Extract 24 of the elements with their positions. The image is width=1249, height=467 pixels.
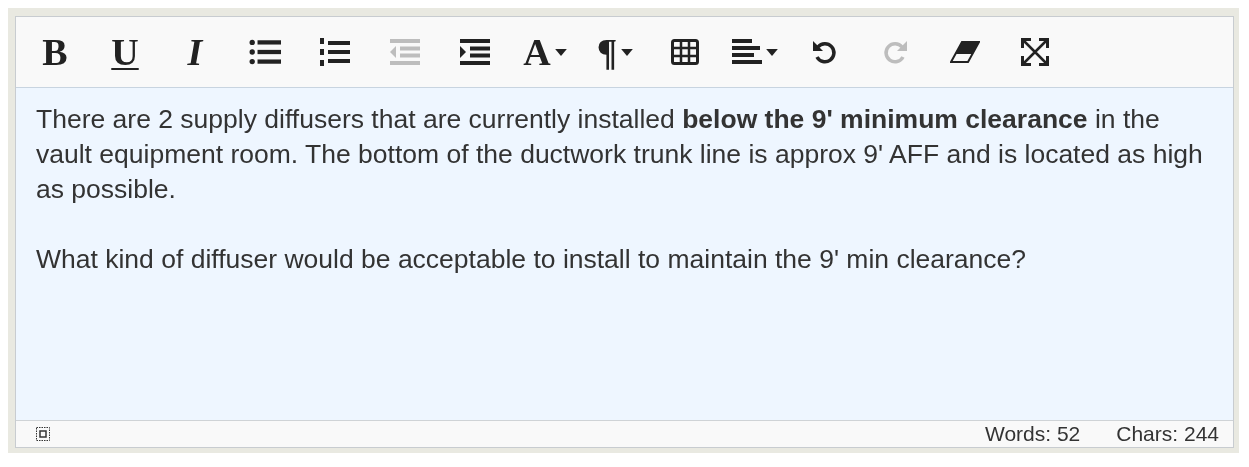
bullet-list-icon: [249, 38, 281, 66]
font-button[interactable]: A: [510, 30, 580, 74]
fullscreen-icon: [1020, 37, 1050, 67]
caret-icon: [621, 48, 634, 56]
italic-button[interactable]: I: [160, 30, 230, 74]
paragraph: There are 2 supply diffusers that are currently installed below the 9' minimum clearance in the vault equipment room. The bottom of the ductwork trunk line is approx 9' AFF and is located as high as possible.: [36, 103, 1204, 206]
eraser-icon: [950, 41, 980, 63]
bold-button[interactable]: B: [20, 30, 90, 74]
undo-icon: [812, 39, 838, 65]
redo-icon: [882, 39, 908, 65]
caret-icon: [554, 48, 567, 56]
paragraph: What kind of diffuser would be acceptable to install to maintain the 9' min clearance?: [36, 243, 1028, 276]
table-icon: [671, 39, 699, 65]
editor-content[interactable]: [16, 88, 1233, 420]
char-count: Chars: 244: [1116, 422, 1219, 446]
paragraph-button[interactable]: ¶: [580, 30, 650, 74]
caret-icon: [766, 48, 778, 56]
align-left-icon: [732, 39, 762, 65]
indent-icon: [460, 39, 490, 65]
outdent-icon: [390, 39, 420, 65]
word-count: Words: 52: [984, 422, 1081, 446]
numbered-list-icon: [320, 37, 350, 67]
underline-button[interactable]: U: [90, 30, 160, 74]
resize-handle-icon[interactable]: [36, 427, 50, 441]
